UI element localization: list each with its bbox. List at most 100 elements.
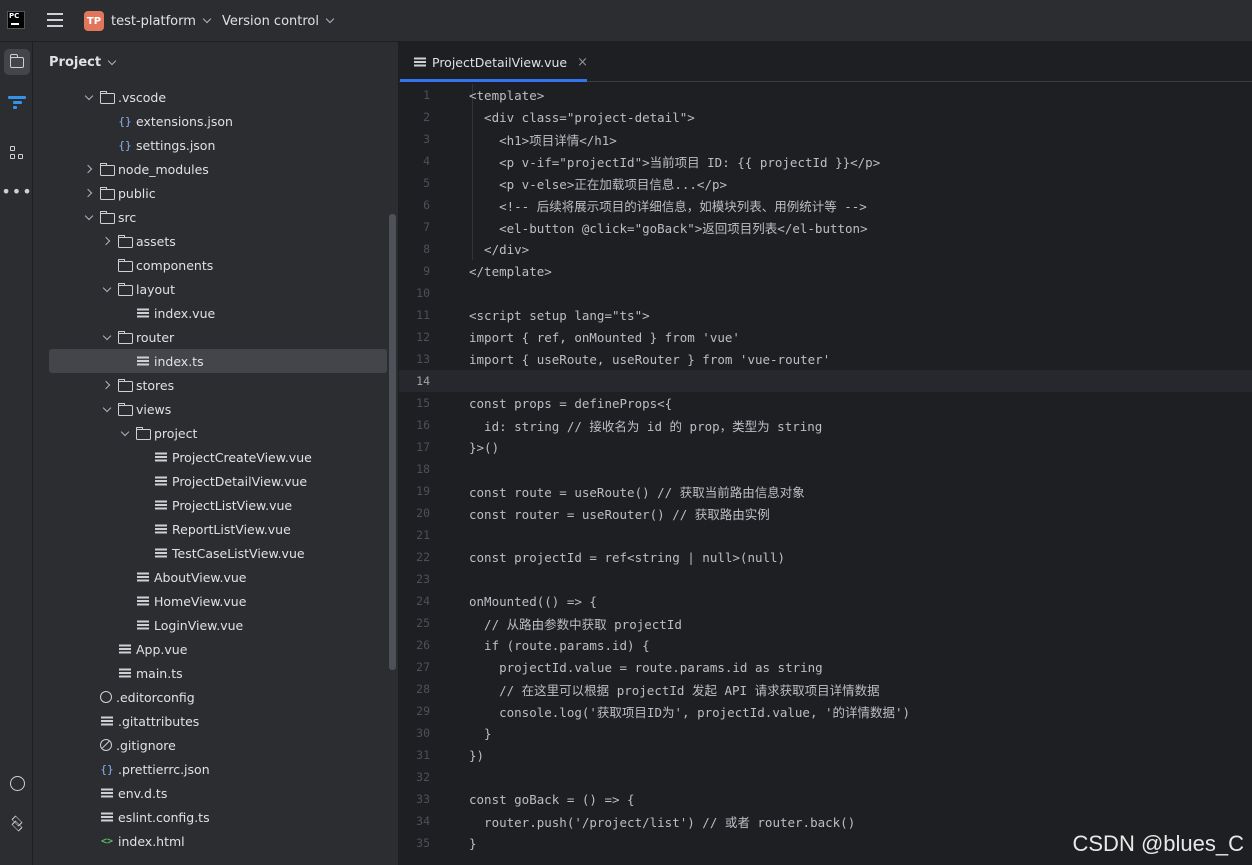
chevron-right-icon[interactable] (83, 187, 95, 199)
tree-item[interactable]: {} settings.json (49, 133, 387, 157)
tree-item[interactable]: components (49, 253, 387, 277)
main-menu-icon[interactable] (47, 13, 63, 27)
code-line[interactable]: 10 (399, 282, 1252, 304)
project-scrollbar[interactable] (389, 214, 396, 670)
structure-tool-button[interactable] (4, 140, 30, 166)
tree-item[interactable]: public (49, 181, 387, 205)
version-control-menu[interactable]: Version control (222, 11, 335, 31)
code-line[interactable]: 23 (399, 568, 1252, 590)
code-line[interactable]: 7 <el-button @click="goBack">返回项目列表</el-… (399, 216, 1252, 238)
chevron-down-icon[interactable] (119, 427, 131, 439)
code-line[interactable]: 2 <div class="project-detail"> (399, 106, 1252, 128)
code-line[interactable]: 12 import { ref, onMounted } from 'vue' (399, 326, 1252, 348)
code-line[interactable]: 21 (399, 524, 1252, 546)
code-line[interactable]: 13 import { useRoute, useRouter } from 'v… (399, 348, 1252, 370)
code-line[interactable]: 27 projectId.value = route.params.id as … (399, 656, 1252, 678)
code-text: const router = useRouter() // 获取路由实例 (469, 506, 770, 522)
code-line[interactable]: 30 } (399, 722, 1252, 744)
tree-item[interactable]: .editorconfig (49, 685, 387, 709)
code-line[interactable]: 28 // 在这里可以根据 projectId 发起 API 请求获取项目详情数… (399, 678, 1252, 700)
tree-item[interactable]: HomeView.vue (49, 589, 387, 613)
tree-item[interactable]: .gitattributes (49, 709, 387, 733)
tree-item[interactable]: <> index.html (49, 829, 387, 853)
services-button[interactable] (4, 810, 30, 836)
chevron-right-icon[interactable] (101, 235, 113, 247)
chevron-right-icon[interactable] (83, 163, 95, 175)
tree-item-label: .gitignore (116, 737, 176, 753)
tree-item[interactable]: assets (49, 229, 387, 253)
tree-item[interactable]: AboutView.vue (49, 565, 387, 589)
line-number: 18 (416, 462, 430, 476)
code-line[interactable]: 11 <script setup lang="ts"> (399, 304, 1252, 326)
tree-item[interactable]: .gitignore (49, 733, 387, 757)
code-line[interactable]: 31}) (399, 744, 1252, 766)
project-switcher[interactable]: TP test-platform (84, 11, 212, 31)
code-line[interactable]: 20 const router = useRouter() // 获取路由实例 (399, 502, 1252, 524)
line-number: 32 (416, 770, 430, 784)
tree-item[interactable]: main.ts (49, 661, 387, 685)
code-line[interactable]: 33 const goBack = () => { (399, 788, 1252, 810)
tree-item[interactable]: router (49, 325, 387, 349)
tree-item[interactable]: stores (49, 373, 387, 397)
code-line[interactable]: 19 const route = useRoute() // 获取当前路由信息对象 (399, 480, 1252, 502)
code-line[interactable]: 26 if (route.params.id) { (399, 634, 1252, 656)
vcs-tool-button[interactable] (4, 89, 30, 115)
code-line[interactable]: 4 <p v-if="projectId">当前项目 ID: {{ projec… (399, 150, 1252, 172)
tree-item[interactable]: {} .prettierrc.json (49, 757, 387, 781)
tree-item[interactable]: node_modules (49, 157, 387, 181)
chevron-right-icon[interactable] (101, 379, 113, 391)
code-line[interactable]: 3 <h1>项目详情</h1> (399, 128, 1252, 150)
chevron-down-icon[interactable] (83, 211, 95, 223)
code-line[interactable]: 8 </div> (399, 238, 1252, 260)
chevron-right-icon (83, 691, 95, 703)
tree-item[interactable]: ProjectListView.vue (49, 493, 387, 517)
tree-item[interactable]: layout (49, 277, 387, 301)
code-line[interactable]: 24 onMounted(() => { (399, 590, 1252, 612)
tree-item[interactable]: eslint.config.ts (49, 805, 387, 829)
code-line[interactable]: 25 // 从路由参数中获取 projectId (399, 612, 1252, 634)
code-line[interactable]: 6 <!-- 后续将展示项目的详细信息，如模块列表、用例统计等 --> (399, 194, 1252, 216)
chevron-right-icon (83, 787, 95, 799)
tree-item[interactable]: TestCaseListView.vue (49, 541, 387, 565)
project-tool-button[interactable] (4, 49, 30, 75)
python-console-button[interactable] (4, 770, 30, 796)
tree-item[interactable]: src (49, 205, 387, 229)
code-text: onMounted(() => { (469, 593, 597, 609)
tree-item[interactable]: ProjectCreateView.vue (49, 445, 387, 469)
tree-item[interactable]: index.ts (49, 349, 387, 373)
tree-item[interactable]: App.vue (49, 637, 387, 661)
tree-item[interactable]: {} extensions.json (49, 109, 387, 133)
code-line[interactable]: 9 </template> (399, 260, 1252, 282)
code-line[interactable]: 22 const projectId = ref<string | null>(n… (399, 546, 1252, 568)
close-icon[interactable]: × (577, 55, 588, 70)
tree-item[interactable]: views (49, 397, 387, 421)
tree-item[interactable]: ReportListView.vue (49, 517, 387, 541)
code-line[interactable]: 32 (399, 766, 1252, 788)
chevron-down-icon[interactable] (101, 403, 113, 415)
tree-item-label: index.html (118, 833, 185, 849)
line-number: 3 (423, 132, 430, 146)
code-text: }>() (469, 439, 500, 455)
more-tools-button[interactable]: ••• (1, 179, 31, 205)
code-line[interactable]: 15 const props = defineProps<{ (399, 392, 1252, 414)
editor-tab[interactable]: ProjectDetailView.vue × (400, 42, 588, 82)
code-line[interactable]: 34 router.push('/project/list') // 或者 ro… (399, 810, 1252, 832)
chevron-down-icon (325, 14, 335, 24)
code-line[interactable]: 29 console.log('获取项目ID为', projectId.valu… (399, 700, 1252, 722)
tree-item[interactable]: project (49, 421, 387, 445)
tree-item[interactable]: .vscode (49, 85, 387, 109)
code-line[interactable]: 16 id: string // 接收名为 id 的 prop，类型为 stri… (399, 414, 1252, 436)
tree-item[interactable]: env.d.ts (49, 781, 387, 805)
chevron-down-icon[interactable] (101, 331, 113, 343)
tree-item[interactable]: index.vue (49, 301, 387, 325)
tree-item[interactable]: LoginView.vue (49, 613, 387, 637)
project-panel-header[interactable]: Project (49, 55, 117, 70)
chevron-down-icon[interactable] (101, 283, 113, 295)
code-line[interactable]: 18 (399, 458, 1252, 480)
code-line[interactable]: 14 (399, 370, 1252, 392)
code-line[interactable]: 1 <template> (399, 84, 1252, 106)
code-line[interactable]: 17}>() (399, 436, 1252, 458)
tree-item[interactable]: ProjectDetailView.vue (49, 469, 387, 493)
code-line[interactable]: 5 <p v-else>正在加载项目信息...</p> (399, 172, 1252, 194)
chevron-down-icon[interactable] (83, 91, 95, 103)
